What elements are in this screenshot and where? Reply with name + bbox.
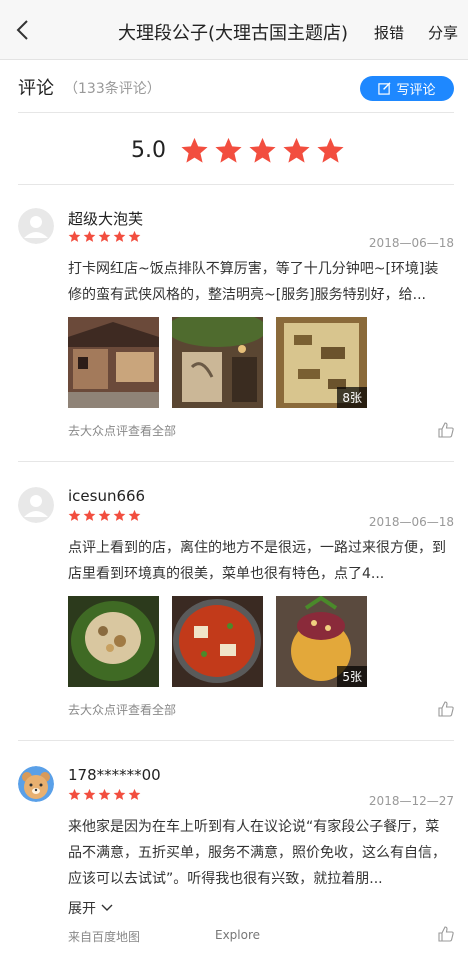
review-date: 2018—06—18 — [368, 515, 454, 529]
dianping-link[interactable]: 去大众点评查看全部 — [68, 422, 176, 439]
thumbs-up-icon[interactable] — [438, 926, 454, 942]
review-photo[interactable]: 8张 — [276, 317, 367, 408]
default-avatar-icon[interactable] — [18, 487, 54, 523]
overall-rating-score: 5.0 — [131, 138, 166, 163]
review-text[interactable]: 来他家是因为在车上听到有人在议论说“有家段公子餐厅，菜品不满意，五折买单，服务不… — [68, 814, 452, 892]
divider — [18, 184, 454, 185]
back-arrow-icon[interactable] — [12, 18, 36, 42]
star-icon — [98, 509, 111, 521]
star-icon — [317, 137, 344, 163]
review-photos: 5张 — [68, 596, 367, 687]
review-date: 2018—06—18 — [368, 236, 454, 250]
thumbs-up-icon[interactable] — [438, 701, 454, 717]
star-icon — [68, 230, 81, 242]
star-icon — [283, 137, 310, 163]
star-icon — [83, 230, 96, 242]
baidu-map-source: 来自百度地图 — [68, 930, 141, 944]
star-icon — [68, 509, 81, 521]
star-icon — [113, 230, 126, 242]
thumbs-up-icon[interactable] — [438, 422, 454, 438]
divider — [18, 461, 454, 462]
star-icon — [128, 509, 141, 521]
star-icon — [98, 788, 111, 800]
expand-label: 展开 — [68, 901, 96, 917]
star-icon — [98, 230, 111, 242]
review-text[interactable]: 打卡网红店~饭点排队不算厉害，等了十几分钟吧~[环境]装修的蛮有武侠风格的，整洁… — [68, 256, 452, 308]
star-icon — [83, 509, 96, 521]
review-date: 2018—12—27 — [368, 794, 454, 808]
write-review-button[interactable]: 写评论 — [360, 76, 454, 101]
share-button[interactable]: 分享 — [428, 22, 458, 43]
overall-rating-stars — [180, 136, 345, 165]
expand-button[interactable]: 展开 — [68, 898, 113, 918]
photo-count-badge: 5张 — [337, 666, 367, 687]
star-icon — [113, 509, 126, 521]
review-photo[interactable] — [68, 596, 159, 687]
report-error-button[interactable]: 报错 — [374, 22, 404, 43]
explore-link[interactable]: Explore — [215, 928, 260, 942]
review-stars — [68, 788, 141, 801]
top-nav-bar: 大理段公子(大理古国主题店) 报错 分享 — [0, 0, 468, 60]
default-avatar-icon[interactable] — [18, 208, 54, 244]
review-photo[interactable] — [172, 317, 263, 408]
star-icon — [249, 137, 276, 163]
divider — [18, 112, 454, 113]
review-photos: 8张 — [68, 317, 367, 408]
reviews-section-title: 评论 — [18, 78, 54, 99]
star-icon — [128, 788, 141, 800]
page-title: 大理段公子(大理古国主题店) — [118, 23, 349, 44]
star-icon — [113, 788, 126, 800]
chevron-down-icon — [101, 904, 113, 911]
bear-avatar-icon[interactable] — [18, 766, 54, 802]
review-stars — [68, 509, 141, 522]
reviews-count: （133条评论） — [64, 81, 161, 97]
review-stars — [68, 230, 141, 243]
star-icon — [68, 788, 81, 800]
review-username: 178******00 — [68, 766, 161, 784]
review-username: icesun666 — [68, 487, 146, 505]
edit-icon — [378, 82, 392, 95]
star-icon — [181, 137, 208, 163]
dianping-link[interactable]: 去大众点评查看全部 — [68, 701, 176, 718]
write-review-label: 写评论 — [396, 83, 436, 98]
photo-count-badge: 8张 — [337, 387, 367, 408]
star-icon — [128, 230, 141, 242]
star-icon — [83, 788, 96, 800]
review-photo[interactable] — [172, 596, 263, 687]
review-photo[interactable]: 5张 — [276, 596, 367, 687]
divider — [18, 740, 454, 741]
review-photo[interactable] — [68, 317, 159, 408]
review-text[interactable]: 点评上看到的店，离住的地方不是很远，一路过来很方便，到店里看到环境真的很美，菜单… — [68, 535, 452, 587]
review-username: 超级大泡芙 — [68, 210, 144, 228]
star-icon — [215, 137, 242, 163]
